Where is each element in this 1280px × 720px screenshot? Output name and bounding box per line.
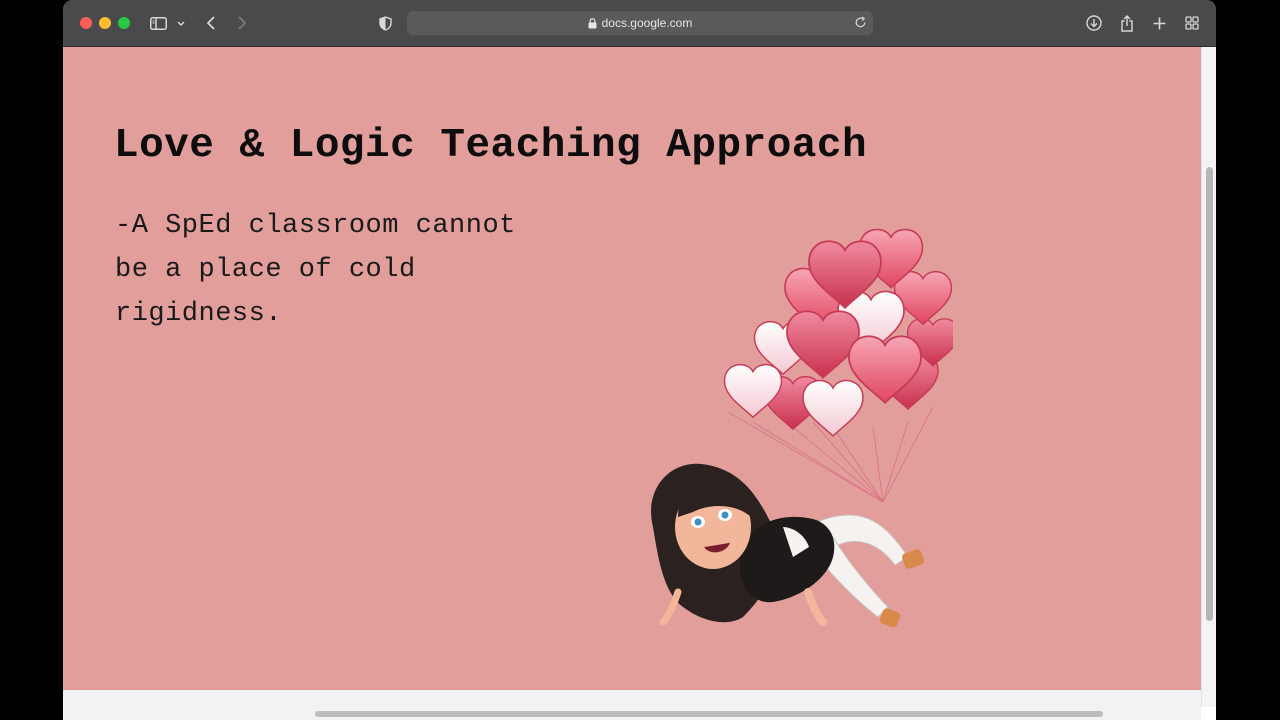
- slide-body-text: -A SpEd classroom cannot be a place of c…: [115, 211, 516, 329]
- address-bar[interactable]: docs.google.com: [407, 11, 873, 35]
- browser-window: docs.google.com Love & Logic Teaching Ap…: [63, 0, 1216, 720]
- slide-canvas: Love & Logic Teaching Approach -A SpEd c…: [63, 47, 1201, 690]
- maximize-window-button[interactable]: [118, 17, 130, 29]
- vertical-scrollbar[interactable]: [1201, 47, 1216, 707]
- lock-icon: [588, 17, 597, 29]
- browser-toolbar: docs.google.com: [63, 0, 1216, 47]
- grid-icon[interactable]: [1183, 12, 1201, 34]
- chevron-down-icon[interactable]: [175, 12, 187, 34]
- plus-icon[interactable]: [1150, 12, 1168, 34]
- share-icon[interactable]: [1118, 12, 1136, 34]
- vertical-scrollbar-thumb[interactable]: [1206, 167, 1213, 621]
- minimize-window-button[interactable]: [99, 17, 111, 29]
- download-icon[interactable]: [1085, 12, 1103, 34]
- heart-balloons: [723, 228, 953, 437]
- bitmoji-heart-balloons: [651, 228, 953, 627]
- chevron-left-icon[interactable]: [203, 12, 219, 34]
- sidebar-icon[interactable]: [149, 12, 167, 34]
- horizontal-scrollbar-thumb[interactable]: [315, 711, 1103, 717]
- slide-title: Love & Logic Teaching Approach: [114, 123, 868, 169]
- bitmoji-avatar: [651, 463, 925, 627]
- reload-icon[interactable]: [854, 16, 867, 32]
- chevron-right-icon[interactable]: [234, 12, 250, 34]
- close-window-button[interactable]: [80, 17, 92, 29]
- shield-icon[interactable]: [377, 12, 393, 34]
- url-text: docs.google.com: [601, 16, 693, 30]
